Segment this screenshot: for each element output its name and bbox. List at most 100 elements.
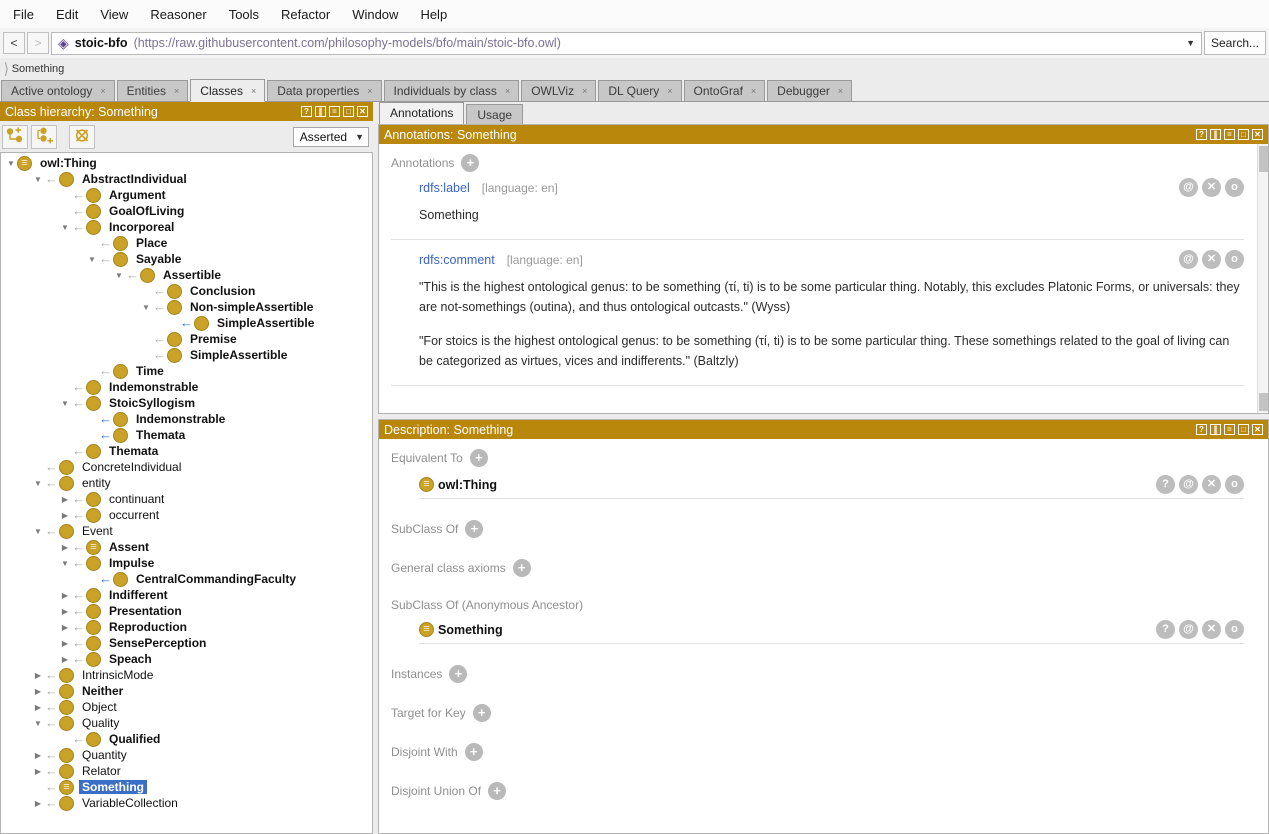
tree-item[interactable]: ▶←Reproduction [1,619,372,635]
add-sibling-class-button[interactable] [31,125,57,149]
edit-icon[interactable]: o [1225,475,1244,494]
add-equivalent-to-button[interactable]: + [470,449,488,467]
add-disjoint-with-button[interactable]: + [465,743,483,761]
tab-entities[interactable]: Entities× [117,80,189,101]
explain-icon[interactable]: ? [1156,620,1175,639]
split-horizontal-icon[interactable]: = [329,106,340,117]
close-icon[interactable]: ✕ [357,106,368,117]
menu-refactor[interactable]: Refactor [270,2,341,27]
tab-ontograf[interactable]: OntoGraf× [684,80,766,101]
tree-item[interactable]: ←ConcreteIndividual [1,459,372,475]
expand-open-icon[interactable]: ▼ [86,255,98,264]
close-icon[interactable]: × [251,86,256,96]
tree-item[interactable]: ▶←IntrinsicMode [1,667,372,683]
tree-item[interactable]: ←SimpleAssertible [1,315,372,331]
edit-icon[interactable]: o [1225,620,1244,639]
annotate-icon[interactable]: @ [1179,178,1198,197]
description-item[interactable]: ≡Something?@✕o [419,618,1244,644]
float-icon[interactable]: □ [1238,424,1249,435]
tab-individuals-by-class[interactable]: Individuals by class× [384,80,520,101]
delete-icon[interactable]: ✕ [1202,620,1221,639]
tree-item[interactable]: ▶←Indifferent [1,587,372,603]
split-vertical-icon[interactable]: ∥ [1210,129,1221,140]
tree-item[interactable]: ▶←≡Assent [1,539,372,555]
add-general-class-axioms-button[interactable]: + [513,559,531,577]
annotate-icon[interactable]: @ [1179,475,1198,494]
expand-open-icon[interactable]: ▼ [32,719,44,728]
delete-icon[interactable]: ✕ [1202,475,1221,494]
tree-item[interactable]: ←Themata [1,427,372,443]
delete-icon[interactable]: ✕ [1202,178,1221,197]
tree-item[interactable]: ▶←Object [1,699,372,715]
tab-classes[interactable]: Classes× [190,79,265,102]
split-vertical-icon[interactable]: ∥ [1210,424,1221,435]
tree-item[interactable]: ▶←continuant [1,491,372,507]
expand-closed-icon[interactable]: ▶ [32,767,44,776]
menu-file[interactable]: File [2,2,45,27]
tree-item[interactable]: ▼←Assertible [1,267,372,283]
expand-closed-icon[interactable]: ▶ [32,799,44,808]
help-icon[interactable]: ? [301,106,312,117]
close-icon[interactable]: × [100,86,105,96]
tree-item[interactable]: ▶←Neither [1,683,372,699]
expand-closed-icon[interactable]: ▶ [59,543,71,552]
close-icon[interactable]: ✕ [1252,424,1263,435]
tree-item[interactable]: ▼←AbstractIndividual [1,171,372,187]
tree-item[interactable]: ▼←entity [1,475,372,491]
float-icon[interactable]: □ [343,106,354,117]
tree-item[interactable]: ▼←Quality [1,715,372,731]
back-button[interactable]: < [3,32,25,54]
tree-item[interactable]: ←CentralCommandingFaculty [1,571,372,587]
expand-closed-icon[interactable]: ▶ [32,703,44,712]
tree-item[interactable]: ←Conclusion [1,283,372,299]
tree-item[interactable]: ▶←Presentation [1,603,372,619]
edit-icon[interactable]: o [1225,250,1244,269]
annotation-entry[interactable]: rdfs:label[language: en]@✕oSomething [419,178,1244,240]
tab-usage[interactable]: Usage [466,104,523,124]
forward-button[interactable]: > [27,32,49,54]
add-target-for-key-button[interactable]: + [473,704,491,722]
chevron-down-icon[interactable]: ▼ [1186,38,1195,48]
split-horizontal-icon[interactable]: = [1224,424,1235,435]
tab-dl-query[interactable]: DL Query× [598,80,681,101]
expand-open-icon[interactable]: ▼ [113,271,125,280]
tree-item[interactable]: ←Place [1,235,372,251]
close-icon[interactable]: ✕ [1252,129,1263,140]
expand-closed-icon[interactable]: ▶ [59,511,71,520]
expand-closed-icon[interactable]: ▶ [59,591,71,600]
tree-item[interactable]: ▼←Incorporeal [1,219,372,235]
tree-item[interactable]: ▶←SensePerception [1,635,372,651]
expand-open-icon[interactable]: ▼ [140,303,152,312]
tree-item[interactable]: ▼←Sayable [1,251,372,267]
expand-closed-icon[interactable]: ▶ [32,687,44,696]
expand-closed-icon[interactable]: ▶ [59,623,71,632]
search-button[interactable]: Search... [1204,31,1266,55]
tree-item[interactable]: ←Indemonstrable [1,379,372,395]
scrollbar[interactable] [1257,144,1268,413]
expand-open-icon[interactable]: ▼ [59,559,71,568]
tree-item[interactable]: ▶←Speach [1,651,372,667]
tree-item[interactable]: ▼←Event [1,523,372,539]
expand-closed-icon[interactable]: ▶ [59,655,71,664]
tree-item[interactable]: ▼←StoicSyllogism [1,395,372,411]
tree-item[interactable]: ←Argument [1,187,372,203]
menu-reasoner[interactable]: Reasoner [139,2,217,27]
annotation-entry[interactable]: rdfs:comment[language: en]@✕o"This is th… [419,250,1244,386]
tree-item[interactable]: ←Premise [1,331,372,347]
expand-open-icon[interactable]: ▼ [59,223,71,232]
close-icon[interactable]: × [751,86,756,96]
expand-open-icon[interactable]: ▼ [32,175,44,184]
menu-edit[interactable]: Edit [45,2,89,27]
delete-icon[interactable]: ✕ [1202,250,1221,269]
expand-closed-icon[interactable]: ▶ [59,495,71,504]
expand-closed-icon[interactable]: ▶ [59,607,71,616]
explain-icon[interactable]: ? [1156,475,1175,494]
float-icon[interactable]: □ [1238,129,1249,140]
add-subclass-of-button[interactable]: + [465,520,483,538]
expand-closed-icon[interactable]: ▶ [59,639,71,648]
expand-open-icon[interactable]: ▼ [32,479,44,488]
tab-owlviz[interactable]: OWLViz× [521,80,596,101]
tree-item[interactable]: ←SimpleAssertible [1,347,372,363]
tree-item[interactable]: ▼←Non-simpleAssertible [1,299,372,315]
scrollbar-thumb[interactable] [1259,393,1268,411]
